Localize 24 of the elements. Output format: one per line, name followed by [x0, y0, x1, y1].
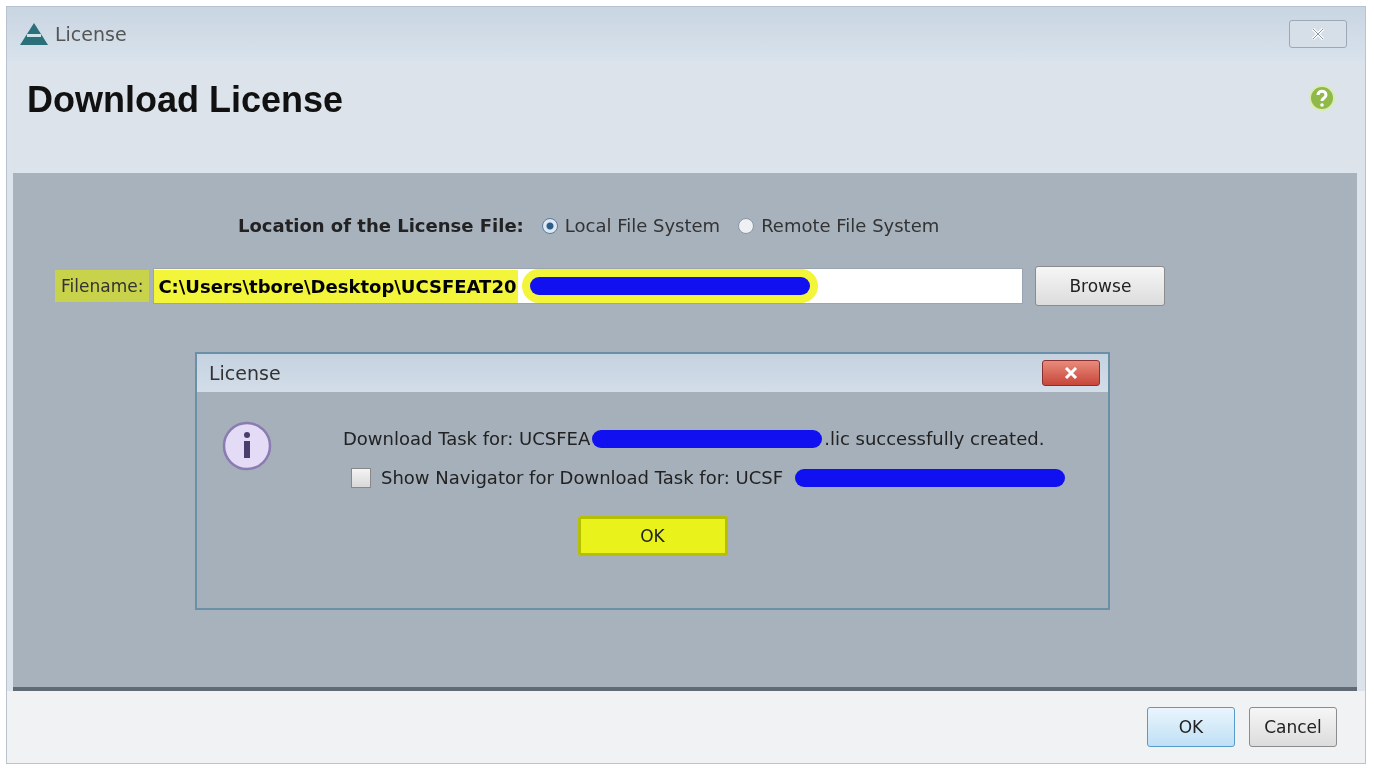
ok-button[interactable]: OK	[577, 516, 728, 556]
message-text: .lic successfully created.	[824, 428, 1045, 449]
dialog-title: License	[209, 362, 281, 384]
message-text: Download Task for: UCSFEA	[343, 428, 591, 449]
close-icon	[1063, 367, 1079, 379]
triangle-logo-icon	[19, 22, 49, 46]
radio-label[interactable]: Remote File System	[761, 215, 940, 236]
filename-field[interactable]: C:\Users\tbore\Desktop\UCSFEAT20	[153, 268, 1024, 304]
cancel-button[interactable]: Cancel	[1249, 707, 1337, 747]
radio-label[interactable]: Local File System	[564, 215, 721, 236]
filename-label: Filename:	[55, 270, 150, 302]
checkbox-label: Show Navigator for Download Task for: UCSF	[381, 467, 784, 488]
radio-button[interactable]	[541, 217, 558, 234]
info-icon	[221, 420, 273, 472]
page-heading: Download License	[27, 79, 344, 121]
radio-button[interactable]	[738, 217, 755, 234]
ok-button[interactable]: OK	[1147, 707, 1235, 747]
window-title: License	[55, 23, 127, 45]
location-label: Location of the License File:	[238, 215, 524, 236]
browse-button[interactable]: Browse	[1035, 266, 1166, 306]
help-icon[interactable]	[1309, 85, 1335, 111]
close-icon	[1310, 28, 1326, 40]
checkbox[interactable]	[351, 467, 371, 488]
close-button[interactable]	[1042, 360, 1100, 386]
